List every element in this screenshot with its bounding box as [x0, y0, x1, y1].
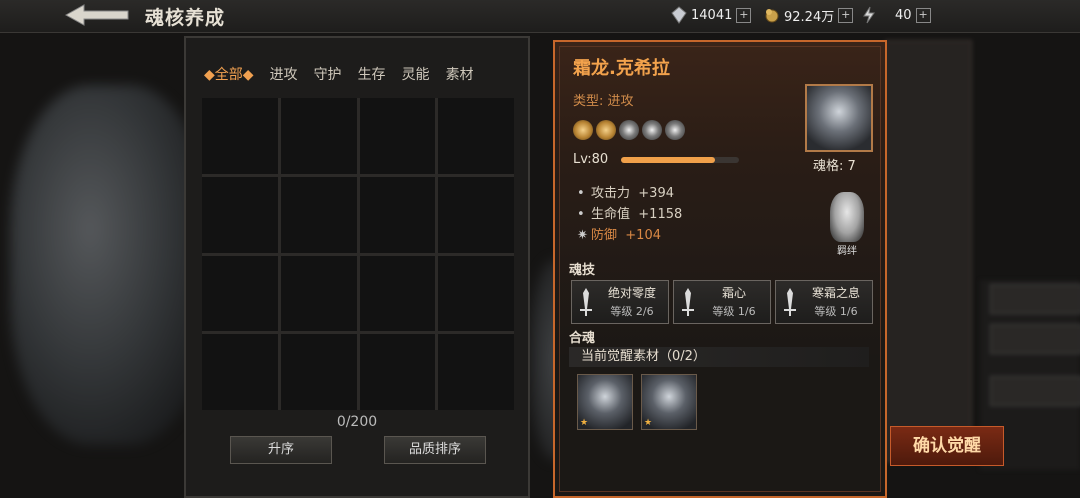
skill-name: 霜心 — [721, 286, 746, 300]
inventory-slot[interactable] — [202, 176, 278, 253]
sword-icon — [580, 288, 592, 316]
level-progress-bar — [621, 157, 739, 163]
inventory-slot[interactable] — [280, 334, 357, 410]
add-stamina-button[interactable]: + — [915, 7, 931, 23]
back-arrow-icon — [64, 4, 129, 26]
inventory-slot[interactable] — [359, 334, 436, 410]
skill-level: 等级 2/6 — [610, 305, 654, 318]
resource-gold: 92.24万 + — [763, 5, 854, 25]
bond-label: 羁绊 — [837, 246, 857, 257]
background-panel — [885, 40, 972, 462]
inventory-slot[interactable] — [359, 176, 436, 253]
inventory-slot[interactable] — [359, 255, 436, 332]
inventory-slot[interactable] — [438, 255, 514, 332]
awaken-material-slot[interactable]: ★ — [577, 374, 633, 430]
inventory-panel: ◆全部◆ 进攻 守护 生存 灵能 素材 0/200 升序 品质排序 — [184, 36, 530, 498]
soul-grade: 魂格: 7 — [813, 159, 856, 174]
tab-material[interactable]: 素材 — [438, 60, 482, 88]
inventory-slot[interactable] — [202, 98, 278, 174]
gold-icon — [765, 9, 779, 23]
skill-frost-breath[interactable]: 寒霜之息 等级 1/6 — [775, 280, 873, 324]
stamina-count: 40 — [895, 7, 912, 23]
confirm-awaken-button[interactable]: 确认觉醒 — [890, 426, 1004, 466]
crystal-icon — [671, 6, 687, 24]
awaken-materials-title: 当前觉醒素材（0/2） — [569, 347, 869, 367]
stat-attack: • 攻击力 +394 — [577, 186, 674, 201]
tab-all[interactable]: ◆全部◆ — [196, 60, 262, 88]
star-lit-icon — [573, 120, 593, 140]
skill-absolute-zero[interactable]: 绝对零度 等级 2/6 — [571, 280, 669, 324]
star-unlit-icon — [642, 120, 662, 140]
add-gold-button[interactable]: + — [838, 7, 854, 23]
tab-psionic[interactable]: 灵能 — [394, 60, 438, 88]
inventory-grid — [202, 98, 514, 410]
star-unlit-icon — [619, 120, 639, 140]
soul-core-card: 霜龙.克希拉 类型: 进攻 Lv:80 魂格: 7 • 攻击力 +394 • 生命值… — [553, 40, 887, 498]
inventory-slot[interactable] — [359, 98, 436, 174]
awaken-stars — [573, 120, 685, 140]
awaken-material-slot[interactable]: ★ — [641, 374, 697, 430]
inventory-slot[interactable] — [280, 255, 357, 332]
crystal-count: 14041 — [691, 7, 733, 23]
inventory-slot[interactable] — [438, 176, 514, 253]
inventory-slot[interactable] — [280, 98, 357, 174]
resource-crystal: 14041 + — [670, 5, 752, 25]
star-lit-icon — [596, 120, 616, 140]
tab-attack[interactable]: 进攻 — [262, 60, 306, 88]
bond-figure-icon — [830, 192, 864, 242]
sort-ascending-button[interactable]: 升序 — [230, 436, 332, 464]
background-rock — [10, 85, 210, 445]
inventory-slot[interactable] — [202, 334, 278, 410]
star-icon: ★ — [644, 418, 653, 428]
hero-portrait[interactable] — [805, 84, 873, 152]
gold-count: 92.24万 — [784, 9, 835, 25]
skills-title: 魂技 — [569, 263, 596, 278]
inventory-tabs: ◆全部◆ 进攻 守护 生存 灵能 素材 — [196, 60, 482, 88]
level-label: Lv:80 — [573, 152, 609, 167]
inventory-slot[interactable] — [202, 255, 278, 332]
fusion-title: 合魂 — [569, 331, 596, 346]
sword-icon — [784, 288, 796, 316]
resource-stamina: 40 + — [860, 5, 931, 25]
stamina-icon — [863, 6, 875, 24]
sword-icon — [682, 288, 694, 316]
hero-type: 类型: 进攻 — [573, 94, 634, 109]
skill-level: 等级 1/6 — [814, 305, 858, 318]
inventory-slot[interactable] — [438, 98, 514, 174]
tab-survival[interactable]: 生存 — [350, 60, 394, 88]
star-unlit-icon — [665, 120, 685, 140]
hero-name: 霜龙.克希拉 — [573, 58, 670, 79]
bond-button[interactable]: 羁绊 — [825, 192, 869, 264]
inventory-slot[interactable] — [280, 176, 357, 253]
skill-level: 等级 1/6 — [712, 305, 756, 318]
star-icon: ★ — [580, 418, 589, 428]
tab-guard[interactable]: 守护 — [306, 60, 350, 88]
inventory-count: 0/200 — [336, 414, 378, 430]
stat-hp: • 生命值 +1158 — [577, 207, 683, 222]
page-title: 魂核养成 — [145, 7, 226, 29]
inventory-slot[interactable] — [438, 334, 514, 410]
stat-defense: ✷ 防御 +104 — [577, 228, 661, 243]
skill-frost-heart[interactable]: 霜心 等级 1/6 — [673, 280, 771, 324]
add-crystal-button[interactable]: + — [736, 7, 752, 23]
level-progress-fill — [621, 157, 716, 163]
quality-sort-button[interactable]: 品质排序 — [384, 436, 486, 464]
skill-name: 寒霜之息 — [811, 286, 860, 300]
back-button[interactable] — [62, 2, 132, 28]
top-bar: 魂核养成 14041 + 92.24万 + 40 + — [0, 0, 1080, 33]
skill-name: 绝对零度 — [607, 286, 656, 300]
